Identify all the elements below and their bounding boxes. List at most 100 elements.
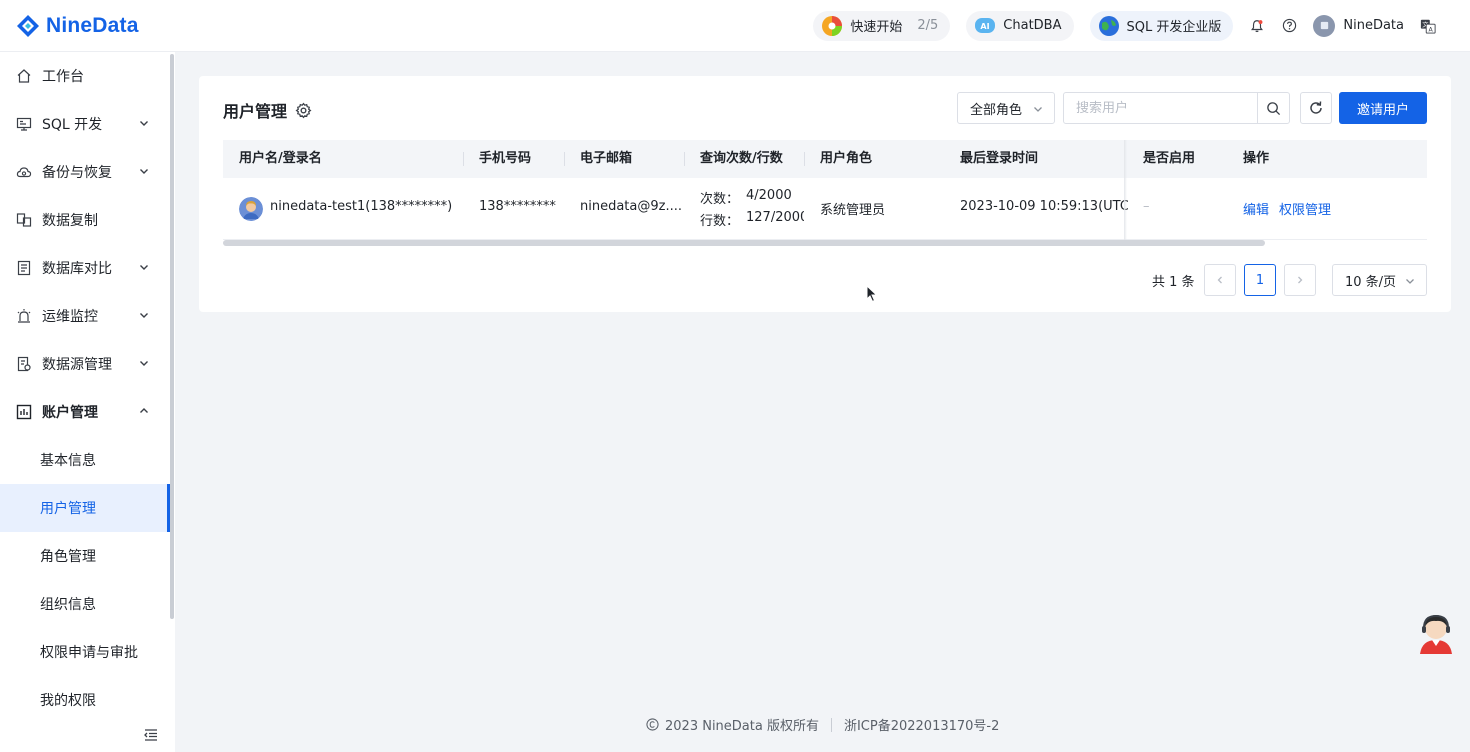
sidebar-scrollbar[interactable] <box>170 54 174 619</box>
monitor-icon <box>16 117 32 131</box>
column-divider <box>684 152 685 166</box>
table-row: ninedata-test1(138********) 138******** … <box>223 178 1427 240</box>
sidebar-item-label: 数据复制 <box>42 213 98 229</box>
globe-icon <box>1098 15 1119 36</box>
cell-query-rows: 127/2000 <box>746 210 804 225</box>
edit-user-link[interactable]: 编辑 <box>1243 199 1269 218</box>
sidebar-item-label: 工作台 <box>42 69 84 85</box>
search-icon <box>1267 101 1281 115</box>
page-title: 用户管理 <box>223 98 312 122</box>
svg-text:A: A <box>1429 26 1434 33</box>
pagination-total: 共 1 条 <box>1152 275 1195 290</box>
sidebar-subitem-user-management[interactable]: 用户管理 <box>0 484 170 532</box>
chatdba-button[interactable]: AI ChatDBA <box>966 10 1074 41</box>
role-filter-value: 全部角色 <box>970 102 1023 118</box>
footer-copyright: 2023 NineData 版权所有 <box>665 719 819 734</box>
cell-query-rows-label: 行数： <box>700 214 740 229</box>
user-menu[interactable]: NineData <box>1313 14 1404 37</box>
quick-start-icon <box>822 15 843 36</box>
sql-edition-label: SQL 开发企业版 <box>1126 20 1222 35</box>
sidebar-subitem-label: 我的权限 <box>40 693 96 709</box>
chevron-down-icon <box>140 121 148 126</box>
language-icon[interactable]: 文A <box>1420 18 1436 34</box>
column-divider <box>463 152 464 166</box>
sidebar-item-replication[interactable]: 数据复制 <box>0 196 168 244</box>
pagination-page-1[interactable]: 1 <box>1244 264 1276 296</box>
sidebar-item-db-compare[interactable]: 数据库对比 <box>0 244 168 292</box>
sidebar-subitem-label: 权限申请与审批 <box>40 645 138 661</box>
cloud-icon <box>16 167 32 178</box>
sidebar-subitem-label: 用户管理 <box>40 501 96 517</box>
sidebar-item-workbench[interactable]: 工作台 <box>0 52 168 100</box>
chevron-down-icon <box>140 313 148 318</box>
sidebar-subitem-org-info[interactable]: 组织信息 <box>0 580 168 628</box>
sidebar: 工作台 SQL 开发 备份与恢复 数据复制 数据库对比 运维监控 数据源管理 账… <box>0 52 175 752</box>
role-filter-select[interactable]: 全部角色 <box>957 92 1055 124</box>
sidebar-subitem-basic-info[interactable]: 基本信息 <box>0 436 168 484</box>
help-icon[interactable] <box>1281 18 1297 34</box>
sidebar-item-backup[interactable]: 备份与恢复 <box>0 148 168 196</box>
table-header: 用户名/登录名 手机号码 电子邮箱 查询次数/行数 用户角色 最后登录时间 是否… <box>223 140 1427 178</box>
fixed-column-shadow <box>1124 140 1127 240</box>
sidebar-subitem-label: 角色管理 <box>40 549 96 565</box>
cell-phone: 138******** <box>479 199 556 214</box>
sidebar-subitem-permission-approval[interactable]: 权限申请与审批 <box>0 628 168 676</box>
datasource-icon <box>17 356 31 372</box>
sidebar-subitem-my-permissions[interactable]: 我的权限 <box>0 676 168 724</box>
cell-last-login: 2023-10-09 10:59:13(UTC <box>960 199 1128 214</box>
logo[interactable]: NineData <box>16 14 139 38</box>
table-horizontal-scrollbar[interactable] <box>223 240 1265 246</box>
chevron-down-icon <box>140 361 148 366</box>
cell-role: 系统管理员 <box>820 203 886 218</box>
logo-text: NineData <box>46 13 139 37</box>
chevron-down-icon <box>140 265 148 270</box>
invite-user-button[interactable]: 邀请用户 <box>1339 92 1427 124</box>
settings-gear-icon[interactable] <box>295 102 312 119</box>
svg-text:AI: AI <box>981 22 990 31</box>
footer: 2023 NineData 版权所有 浙ICP备2022013170号-2 <box>646 715 999 734</box>
ai-chat-icon: AI <box>975 17 996 33</box>
top-header: NineData 快速开始 2/5 AI ChatDBA SQL 开发企业版 N… <box>0 0 1470 52</box>
refresh-button[interactable] <box>1300 92 1332 124</box>
cell-email: ninedata@9z.... <box>580 199 682 214</box>
quick-start-label: 快速开始 <box>850 20 903 35</box>
user-avatar-icon <box>1313 14 1336 37</box>
compare-icon <box>17 260 31 276</box>
sidebar-subitem-role-management[interactable]: 角色管理 <box>0 532 168 580</box>
sidebar-item-monitoring[interactable]: 运维监控 <box>0 292 168 340</box>
cell-query-count-label: 次数： <box>700 192 740 207</box>
sidebar-subitem-label: 基本信息 <box>40 453 96 469</box>
column-header-role: 用户角色 <box>820 151 873 166</box>
account-icon <box>16 404 32 420</box>
sql-edition-button[interactable]: SQL 开发企业版 <box>1089 10 1234 41</box>
column-header-actions: 操作 <box>1243 151 1270 166</box>
cell-username: ninedata-test1(138********) <box>270 199 453 214</box>
sidebar-item-sql-dev[interactable]: SQL 开发 <box>0 100 168 148</box>
collapse-sidebar-icon[interactable] <box>143 727 159 743</box>
search-input[interactable] <box>1064 93 1257 123</box>
quick-start-button[interactable]: 快速开始 2/5 <box>813 10 951 41</box>
sidebar-item-label: 账户管理 <box>42 405 98 421</box>
page-size-select[interactable]: 10 条/页 <box>1332 264 1427 296</box>
sidebar-item-account[interactable]: 账户管理 <box>0 388 168 436</box>
chevron-down-icon <box>1034 107 1042 112</box>
sidebar-item-label: 数据源管理 <box>42 357 112 373</box>
pagination-next-button[interactable] <box>1284 264 1316 296</box>
pagination-prev-button[interactable] <box>1204 264 1236 296</box>
customer-support-icon[interactable] <box>1416 610 1456 656</box>
chevron-left-icon <box>1217 276 1222 284</box>
chevron-right-icon <box>1298 276 1303 284</box>
column-header-email: 电子邮箱 <box>580 151 633 166</box>
sidebar-subitem-label: 组织信息 <box>40 597 96 613</box>
permission-management-link[interactable]: 权限管理 <box>1279 199 1331 218</box>
page-size-value: 10 条/页 <box>1345 274 1397 290</box>
bell-icon[interactable] <box>1249 18 1265 34</box>
footer-icp-link[interactable]: 浙ICP备2022013170号-2 <box>844 715 999 734</box>
sidebar-item-datasource[interactable]: 数据源管理 <box>0 340 168 388</box>
copyright-icon <box>646 718 659 731</box>
search-button[interactable] <box>1257 93 1289 123</box>
chevron-up-icon <box>140 408 148 413</box>
page-title-text: 用户管理 <box>223 102 288 121</box>
chatdba-label: ChatDBA <box>1003 18 1062 33</box>
sidebar-item-label: 数据库对比 <box>42 261 112 277</box>
